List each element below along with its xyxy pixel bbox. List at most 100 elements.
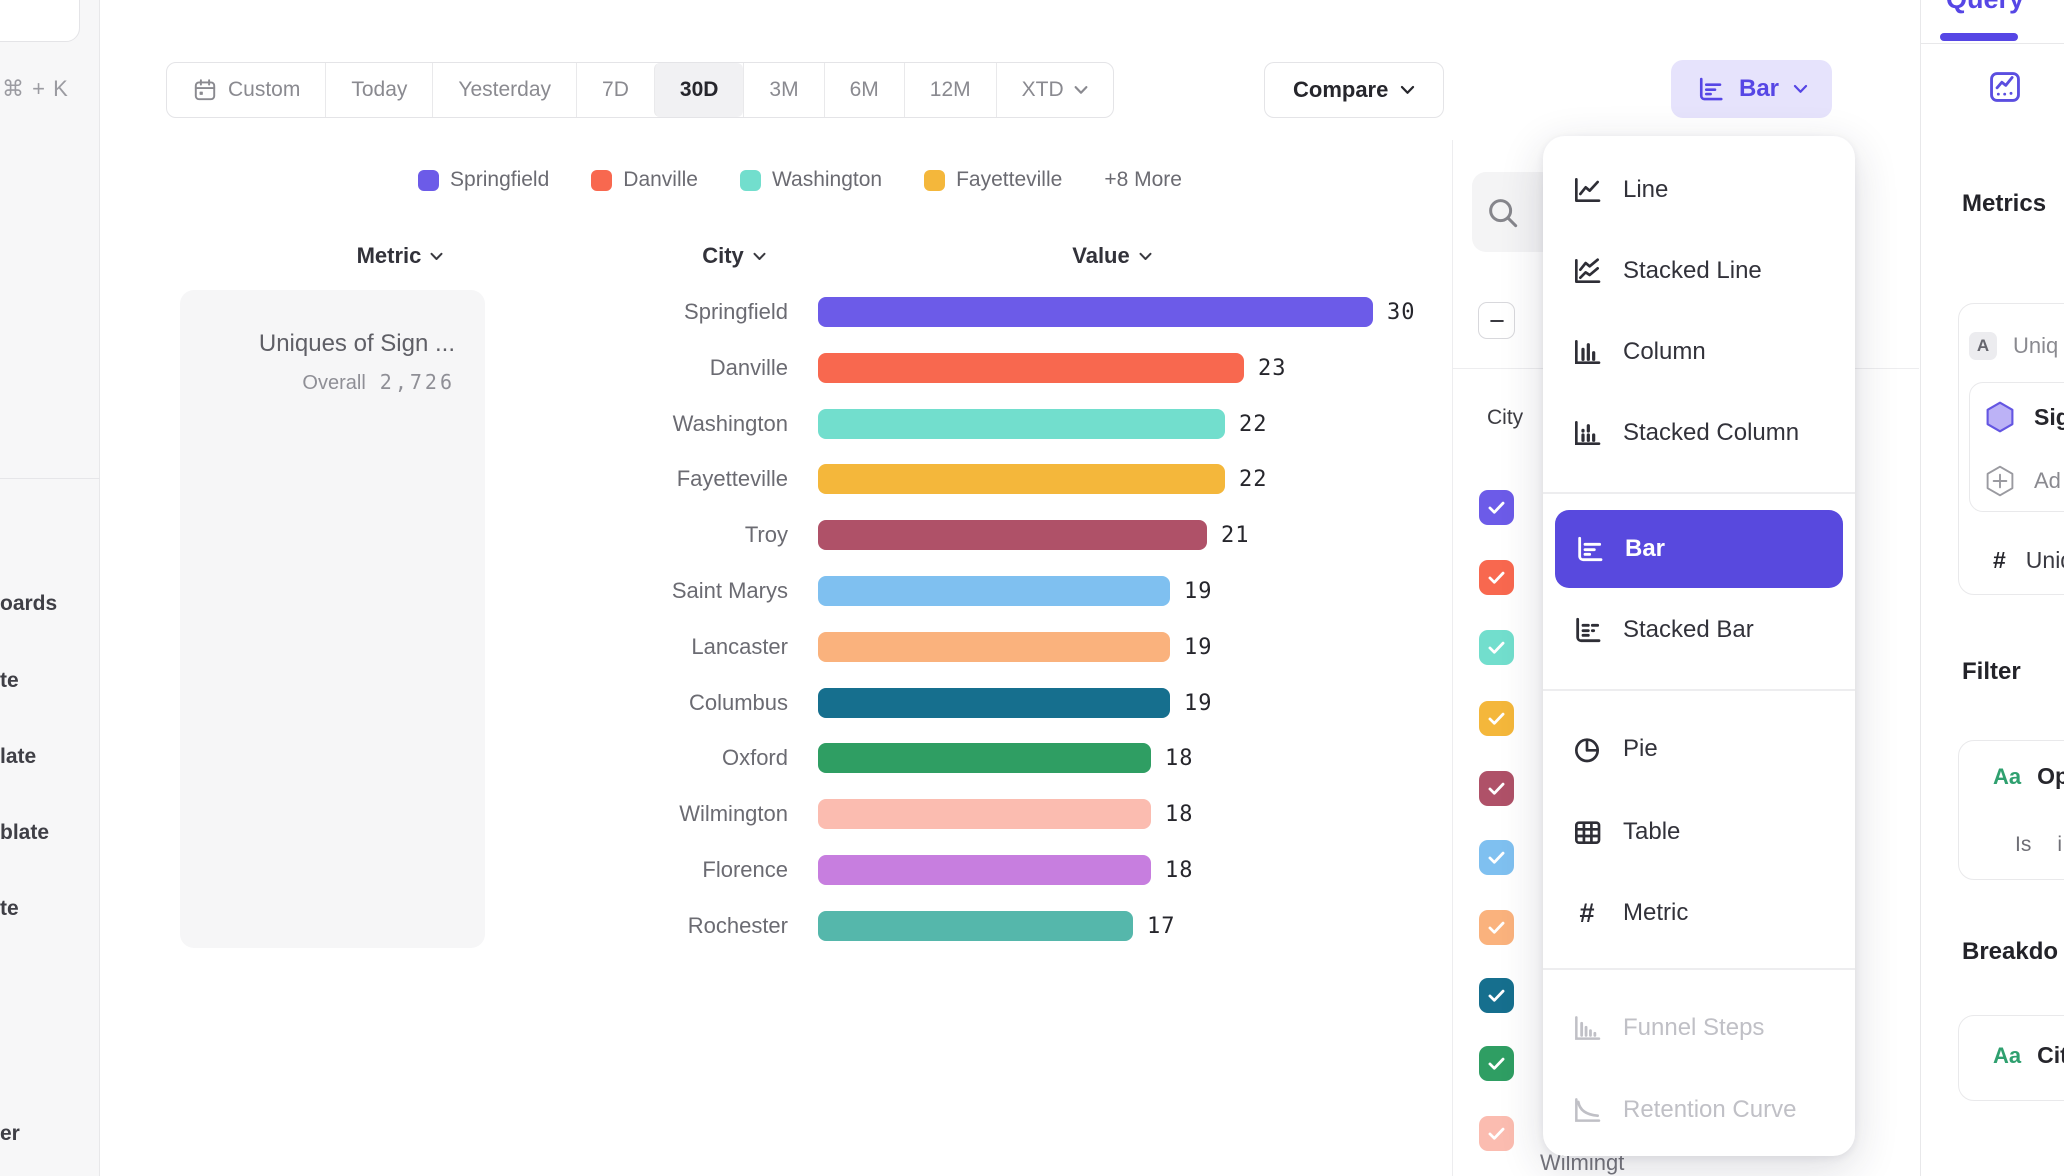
bar-row-label: Rochester	[440, 912, 788, 940]
checkbox-lancaster-checked[interactable]	[1479, 910, 1514, 945]
sidebar-search-input[interactable]	[0, 0, 80, 42]
stacked-line-chart-icon	[1571, 255, 1603, 287]
metric-row-a[interactable]: A Uniq	[1969, 332, 2058, 360]
range-12m-button[interactable]: 12M	[904, 63, 996, 117]
checkbox-fayetteville-checked[interactable]	[1479, 701, 1514, 736]
bar-row-label: Washington	[440, 410, 788, 438]
bar-springfield[interactable]	[818, 297, 1373, 327]
bar-value-label: 18	[1165, 858, 1194, 883]
breakdown-city-row[interactable]: Aa City	[1993, 1042, 2064, 1069]
legend-item-springfield[interactable]: Springfield	[418, 168, 549, 192]
checkbox-wilmington-checked[interactable]	[1479, 1116, 1514, 1151]
sidebar-item-5[interactable]: er	[0, 1122, 20, 1146]
insights-chart-icon[interactable]	[1986, 68, 2024, 106]
filter-card: Aa Ope Is i	[1958, 740, 2064, 880]
bar-row: 23	[818, 353, 1287, 383]
menu-item-table[interactable]: Table	[1543, 805, 1855, 859]
bar-troy[interactable]	[818, 520, 1207, 550]
menu-item-bar-selected[interactable]: Bar	[1555, 510, 1843, 588]
value-column-header[interactable]: Value	[1012, 243, 1212, 269]
bar-saint-marys[interactable]	[818, 576, 1170, 606]
chevron-down-icon	[753, 252, 766, 261]
event-card: Sig Ad	[1969, 382, 2064, 512]
menu-item-pie[interactable]: Pie	[1543, 722, 1855, 776]
city-column-header[interactable]: City	[634, 243, 834, 269]
bar-chart-icon	[1573, 533, 1605, 565]
bar-row-label: Saint Marys	[440, 577, 788, 605]
legend-item-fayetteville[interactable]: Fayetteville	[924, 168, 1062, 192]
menu-item-stacked-bar[interactable]: Stacked Bar	[1543, 603, 1855, 657]
sidebar-item-2[interactable]: late	[0, 745, 36, 769]
legend-item-washington[interactable]: Washington	[740, 168, 882, 192]
bar-value-label: 19	[1184, 691, 1213, 716]
checkbox-columbus-checked[interactable]	[1479, 978, 1514, 1013]
bar-rochester[interactable]	[818, 911, 1133, 941]
breakdown-card: Aa City	[1958, 1015, 2064, 1101]
filter-heading: Filter	[1962, 658, 2021, 686]
bar-row-label: Springfield	[440, 298, 788, 326]
bar-row: 19	[818, 576, 1213, 606]
line-chart-icon	[1571, 174, 1603, 206]
menu-item-metric[interactable]: # Metric	[1543, 886, 1855, 940]
legend-more-button[interactable]: +8 More	[1104, 168, 1182, 192]
checkbox-danville-checked[interactable]	[1479, 560, 1514, 595]
range-6m-button[interactable]: 6M	[824, 63, 904, 117]
bar-danville[interactable]	[818, 353, 1244, 383]
metric-column-header[interactable]: Metric	[300, 243, 500, 269]
checkbox-springfield-checked[interactable]	[1479, 490, 1514, 525]
range-3m-button[interactable]: 3M	[743, 63, 823, 117]
bar-florence[interactable]	[818, 855, 1151, 885]
add-hexagon-icon	[1982, 463, 2018, 499]
app-root: ⌘ + K oards te late blate te er Custom T…	[0, 0, 2064, 1176]
date-range-group: Custom Today Yesterday 7D 30D 3M 6M 12M …	[166, 62, 1114, 118]
checkbox-oxford-checked[interactable]	[1479, 1046, 1514, 1081]
range-7d-button[interactable]: 7D	[576, 63, 654, 117]
filter-operator-row[interactable]: Is i	[2015, 833, 2062, 857]
sidebar-item-1[interactable]: te	[0, 669, 19, 693]
menu-item-stacked-line[interactable]: Stacked Line	[1543, 244, 1855, 298]
calendar-icon	[192, 77, 218, 103]
tab-query[interactable]: Query	[1925, 0, 2045, 15]
chart-type-button[interactable]: Bar	[1671, 60, 1832, 118]
sidebar-item-boards[interactable]: oards	[0, 592, 57, 616]
stacked-column-chart-icon	[1571, 417, 1603, 449]
range-yesterday-button[interactable]: Yesterday	[432, 63, 576, 117]
bar-lancaster[interactable]	[818, 632, 1170, 662]
bar-row: 21	[818, 520, 1250, 550]
filter-property-row[interactable]: Aa Ope	[1993, 763, 2064, 790]
bar-row: 19	[818, 688, 1213, 718]
range-today-button[interactable]: Today	[325, 63, 432, 117]
column-chart-icon	[1571, 336, 1603, 368]
checkbox-washington-checked[interactable]	[1479, 630, 1514, 665]
sidebar-item-3[interactable]: blate	[0, 821, 49, 845]
funnel-steps-icon	[1571, 1012, 1603, 1044]
add-event-row[interactable]: Ad	[1982, 463, 2061, 499]
select-all-checkbox-indeterminate[interactable]	[1478, 302, 1515, 339]
filter-group-label: City	[1487, 406, 1523, 430]
range-30d-button-selected[interactable]: 30D	[654, 63, 744, 117]
legend-item-danville[interactable]: Danville	[591, 168, 698, 192]
bar-columbus[interactable]	[818, 688, 1170, 718]
event-row-signup[interactable]: Sig	[1982, 399, 2064, 435]
sidebar-item-4[interactable]: te	[0, 897, 19, 921]
metric-card[interactable]: Uniques of Sign ... Overall 2,726	[180, 290, 485, 948]
menu-item-stacked-column[interactable]: Stacked Column	[1543, 406, 1855, 460]
range-xtd-button[interactable]: XTD	[996, 63, 1113, 117]
metrics-card: A Uniq Sig Ad # Uniqu	[1958, 303, 2064, 595]
range-custom-button[interactable]: Custom	[167, 63, 325, 117]
bar-value-label: 18	[1165, 746, 1194, 771]
bar-fayetteville[interactable]	[818, 464, 1225, 494]
metric-count-row[interactable]: # Uniqu	[1993, 547, 2064, 574]
bar-washington[interactable]	[818, 409, 1225, 439]
menu-item-column[interactable]: Column	[1543, 325, 1855, 379]
compare-button[interactable]: Compare	[1264, 62, 1444, 118]
bar-row-label: Florence	[440, 856, 788, 884]
metric-name: Uniques of Sign ...	[259, 330, 455, 358]
menu-item-line[interactable]: Line	[1543, 163, 1855, 217]
bar-value-label: 19	[1184, 579, 1213, 604]
checkbox-saint-marys-checked[interactable]	[1479, 840, 1514, 875]
bar-wilmington[interactable]	[818, 799, 1151, 829]
checkbox-troy-checked[interactable]	[1479, 771, 1514, 806]
bar-value-label: 23	[1258, 356, 1287, 381]
bar-oxford[interactable]	[818, 743, 1151, 773]
